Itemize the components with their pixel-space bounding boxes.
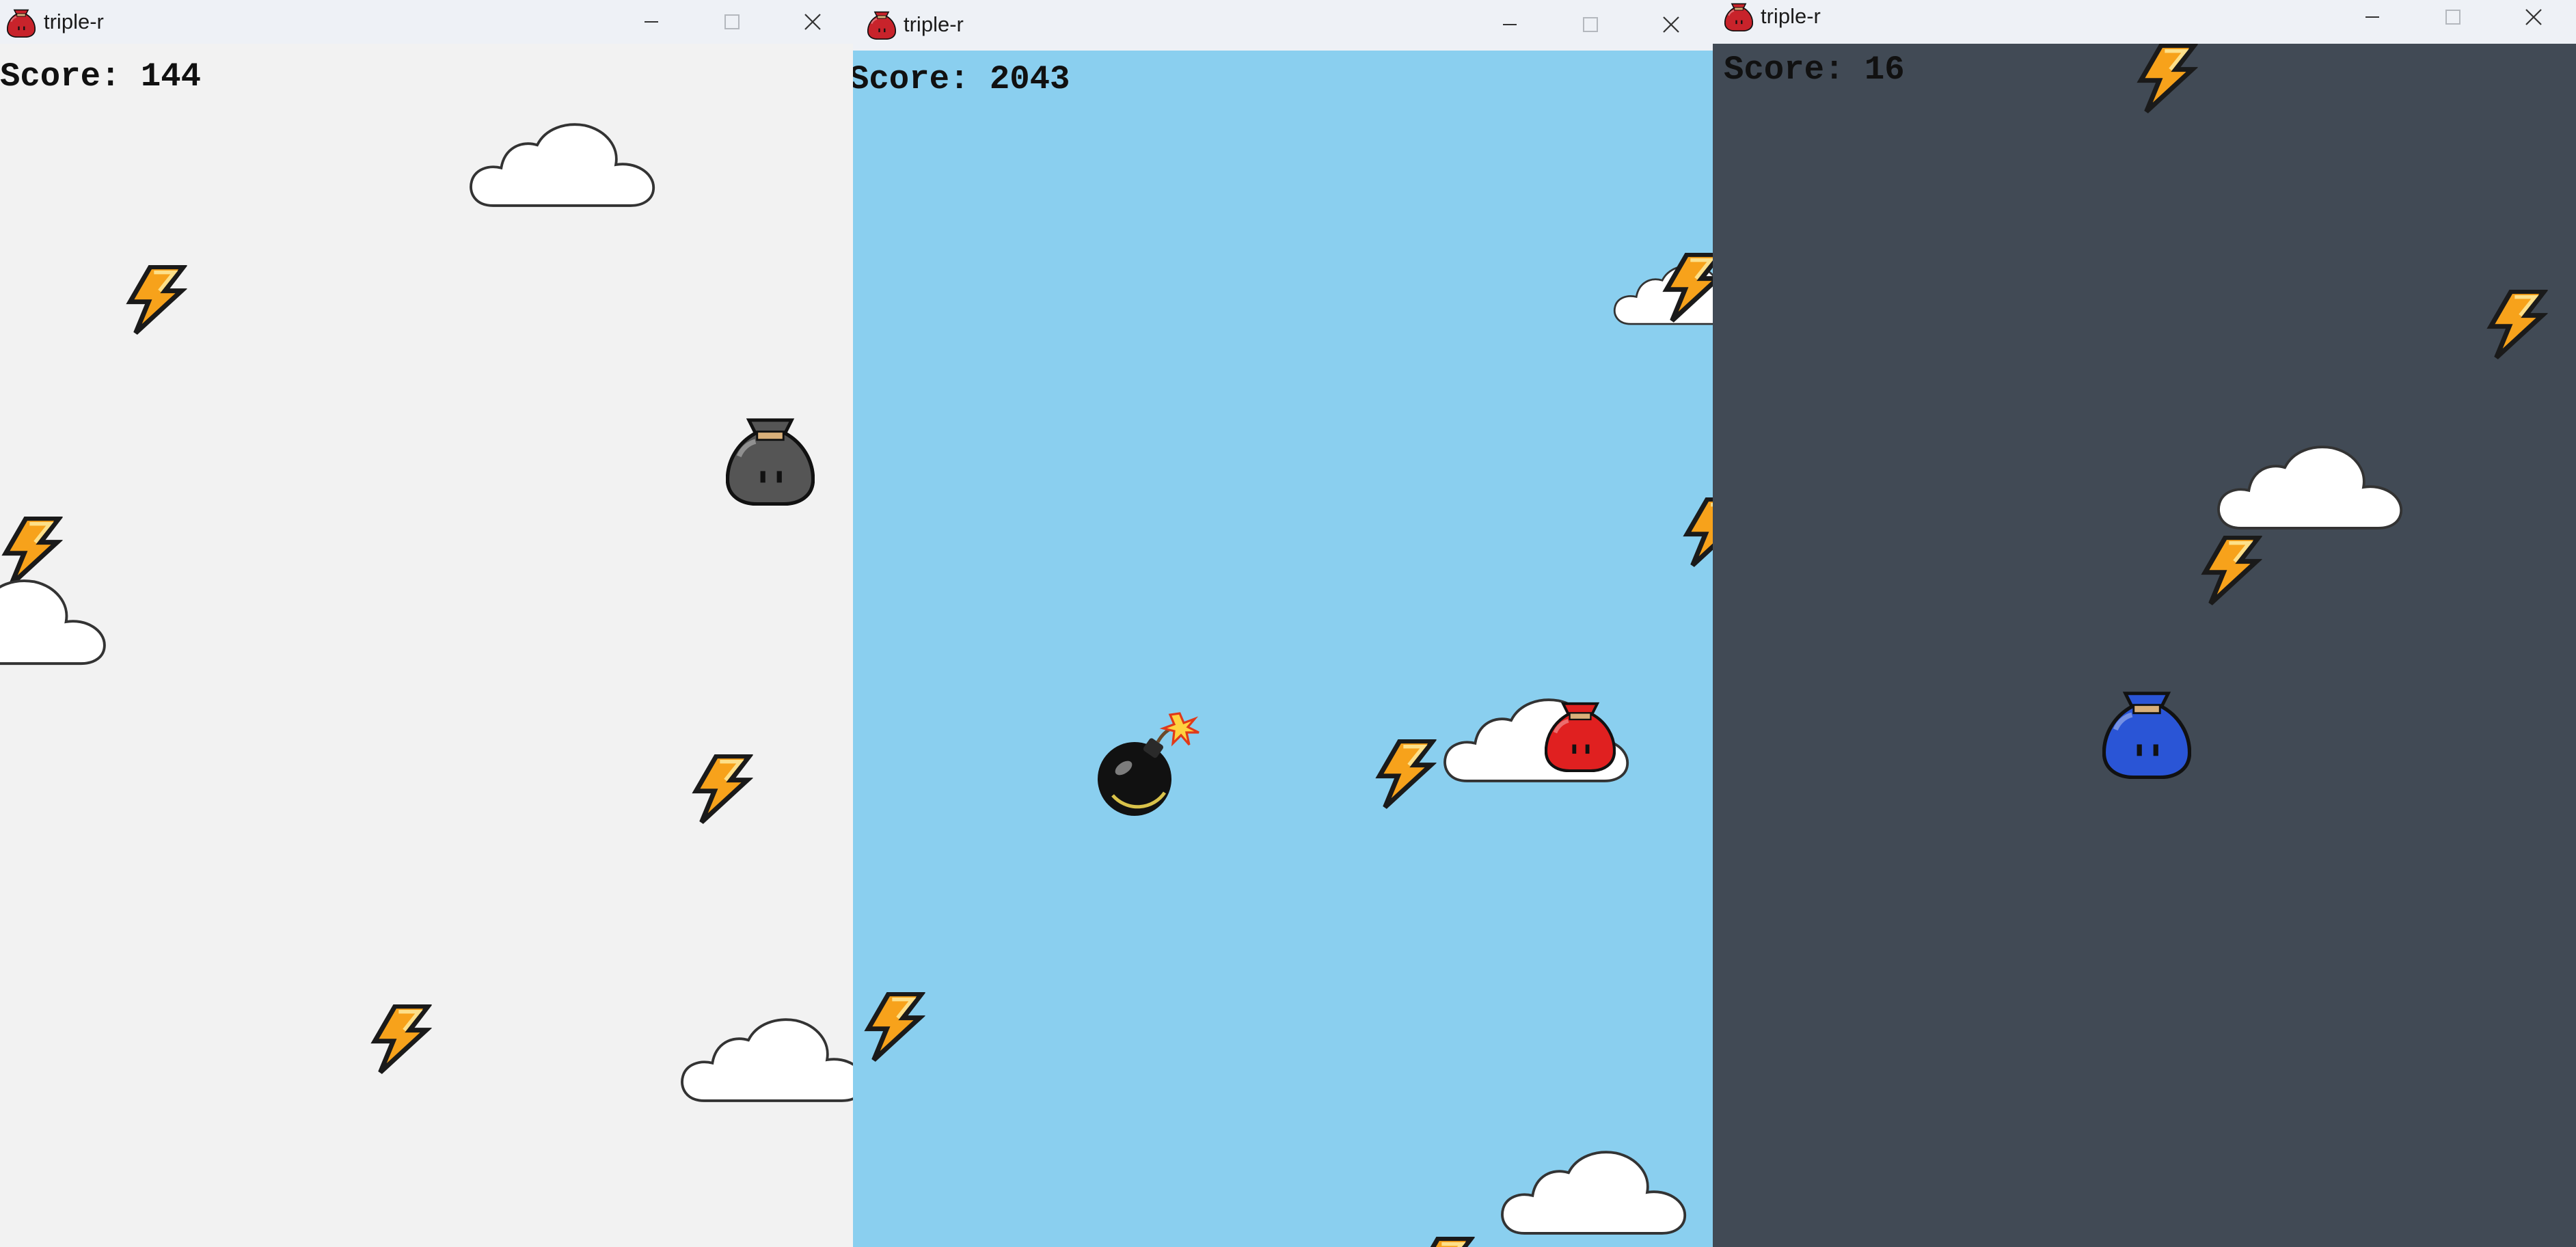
cloud [1498,1148,1688,1237]
game-canvas[interactable]: Score: 16 [1713,44,2576,1247]
lightning-bolt-icon [1412,1237,1475,1247]
lightning-bolt-icon [2199,536,2262,605]
maximize-icon [724,14,740,29]
lightning-bolt-icon [2135,44,2198,113]
maximize-icon [1583,17,1598,32]
game-window-3: triple-r Score: 16 [1713,0,2576,1247]
lightning-bolt-icon [690,754,753,824]
window-title: triple-r [44,10,104,33]
minimize-icon [1503,24,1517,25]
game-canvas[interactable]: Score: 144 [0,44,853,1247]
score-label: Score: 144 [0,57,202,96]
moneybag-blue-icon [2102,690,2191,779]
score-label: Score: 2043 [853,60,1070,98]
window-title: triple-r [904,12,964,36]
minimize-button[interactable] [614,0,689,44]
maximize-button[interactable] [1553,0,1628,49]
minimize-button[interactable] [1472,0,1547,49]
game-window-2: triple-r Score: 2043 [853,0,1713,1247]
score-label: Score: 16 [1724,51,1905,89]
lightning-bolt-icon [0,517,63,586]
close-button[interactable] [775,0,850,44]
moneybag-red-icon [1545,701,1616,772]
maximize-button[interactable] [694,0,770,44]
bomb-icon [1098,712,1199,816]
moneybag-grey-icon [726,417,815,506]
game-canvas[interactable]: Score: 2043 [853,51,1713,1247]
maximize-icon [2445,10,2460,25]
minimize-button[interactable] [2335,0,2410,34]
app-icon [867,11,897,40]
app-icon [1724,3,1754,31]
lightning-bolt-icon [1661,253,1713,323]
cloud [467,120,657,209]
lightning-bolt-icon [369,1004,432,1074]
close-icon [2525,9,2542,25]
close-icon [804,14,821,30]
app-icon [5,9,37,38]
title-bar[interactable]: triple-r [1713,0,2576,44]
game-window-1: triple-r Score: 144 [0,0,853,1247]
cloud [678,1015,853,1104]
cloud [0,577,108,667]
close-icon [1663,16,1679,33]
minimize-icon [645,21,658,23]
lightning-bolt-icon [2485,290,2548,359]
minimize-icon [2365,16,2379,18]
lightning-bolt-icon [124,265,187,335]
lightning-bolt-icon [1681,497,1713,567]
window-title: triple-r [1761,4,1821,28]
title-bar[interactable]: triple-r [0,0,853,44]
title-bar[interactable]: triple-r [853,0,1713,51]
cloud [2214,443,2404,532]
close-button[interactable] [2496,0,2571,34]
maximize-button[interactable] [2415,0,2491,34]
close-button[interactable] [1633,0,1709,49]
lightning-bolt-icon [1374,739,1437,809]
lightning-bolt-icon [863,992,925,1062]
